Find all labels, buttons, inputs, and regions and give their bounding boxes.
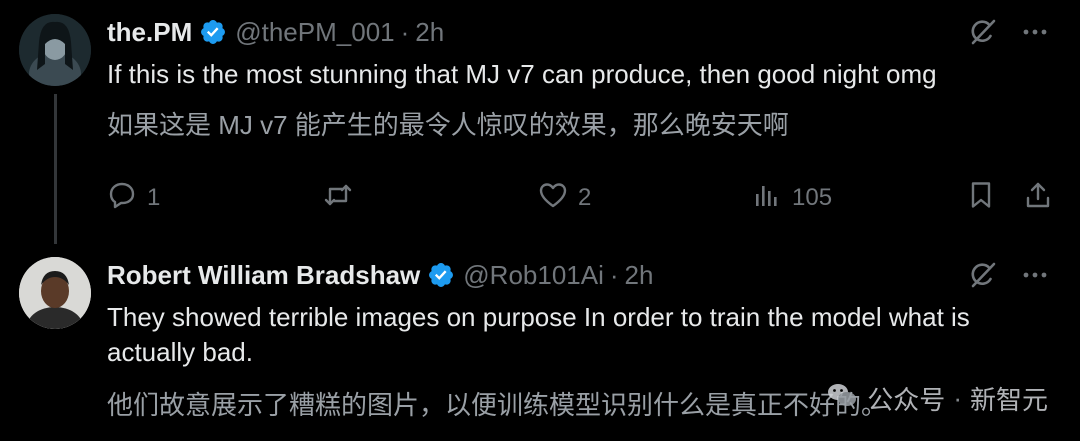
more-icon[interactable]	[1020, 260, 1050, 290]
like-button[interactable]: 2	[538, 178, 591, 218]
share-button[interactable]	[1023, 178, 1053, 218]
avatar-image	[19, 14, 91, 86]
reply-icon	[107, 180, 137, 217]
avatar[interactable]	[19, 257, 91, 329]
tweet-header: the.PM @thePM_001 · 2h	[107, 12, 444, 52]
share-icon	[1023, 180, 1053, 217]
separator-dot: ·	[400, 16, 410, 47]
watermark-brand: 新智元	[969, 385, 1048, 415]
views-count: 105	[792, 184, 833, 211]
tweet-header: Robert William Bradshaw @Rob101Ai · 2h	[107, 255, 653, 295]
grok-icon[interactable]	[968, 260, 998, 290]
views-button[interactable]: 105	[752, 178, 832, 218]
author-name[interactable]: the.PM	[107, 17, 192, 48]
tweet[interactable]: the.PM @thePM_001 · 2h If this is the mo…	[0, 0, 1080, 250]
grok-icon[interactable]	[968, 17, 998, 47]
tweet-action-bar: 1 2 105	[107, 178, 1057, 218]
retweet-icon	[323, 180, 353, 217]
verified-badge-icon	[199, 18, 227, 46]
verified-badge-icon	[427, 261, 455, 289]
timestamp[interactable]: 2h	[625, 260, 654, 291]
thread-connector-line	[54, 94, 57, 244]
avatar-image	[19, 257, 91, 329]
author-name[interactable]: Robert William Bradshaw	[107, 260, 420, 291]
retweet-button[interactable]	[323, 178, 353, 218]
like-icon	[538, 180, 568, 217]
bookmark-button[interactable]	[966, 178, 996, 218]
wechat-icon	[825, 378, 859, 419]
tweet-header-actions	[968, 12, 1050, 52]
reply-button[interactable]: 1	[107, 178, 160, 218]
tweet-text: If this is the most stunning that MJ v7 …	[107, 59, 937, 89]
watermark: 公众号 · 新智元	[825, 378, 1048, 419]
watermark-separator: ·	[953, 383, 962, 413]
author-handle[interactable]: @Rob101Ai	[463, 260, 604, 291]
bookmark-icon	[966, 180, 996, 217]
tweet-translation: 如果这是 MJ v7 能产生的最令人惊叹的效果，那么晚安天啊	[107, 110, 789, 140]
more-icon[interactable]	[1020, 17, 1050, 47]
like-count: 2	[578, 184, 592, 211]
avatar[interactable]	[19, 14, 91, 86]
timestamp[interactable]: 2h	[415, 17, 444, 48]
author-handle[interactable]: @thePM_001	[235, 17, 394, 48]
views-icon	[752, 180, 782, 217]
separator-dot: ·	[609, 259, 619, 290]
tweet-text: They showed terrible images on purpose I…	[107, 302, 970, 367]
tweet-header-actions	[968, 255, 1050, 295]
watermark-label: 公众号	[867, 385, 946, 415]
reply-count: 1	[147, 184, 161, 211]
